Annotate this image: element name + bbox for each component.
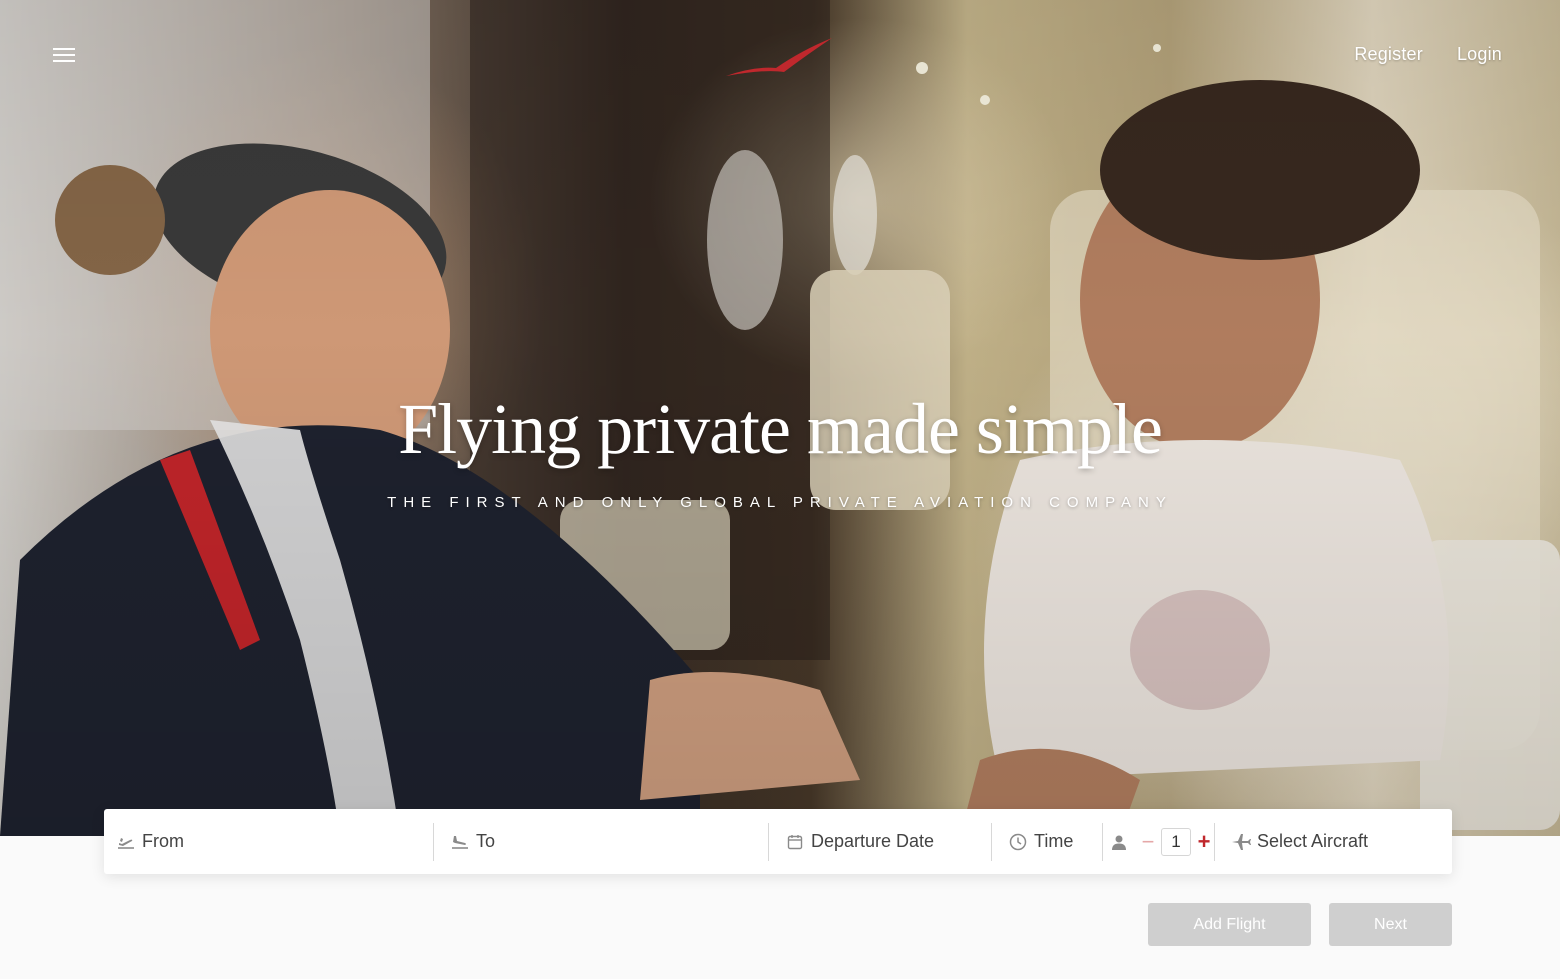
passenger-count-input[interactable] [1161, 827, 1191, 856]
top-navigation: Register Login [1354, 44, 1502, 65]
select-aircraft-field[interactable]: Select Aircraft [1215, 809, 1451, 874]
departure-date-field[interactable]: Departure Date [769, 809, 991, 874]
time-label: Time [1034, 831, 1074, 851]
decrease-passengers-button[interactable]: − [1139, 830, 1157, 852]
from-label: From [142, 831, 184, 851]
hamburger-menu-icon[interactable] [50, 44, 78, 68]
to-label: To [476, 831, 496, 851]
flight-search-bar: From To Departure Date Time − 1 + Select… [104, 809, 1452, 874]
passenger-stepper: − + [1103, 809, 1214, 874]
time-field[interactable]: Time [992, 809, 1102, 874]
departure-date-label: Departure Date [811, 831, 935, 851]
plane-landing-icon [450, 832, 470, 852]
airplane-icon [1231, 832, 1251, 852]
person-icon [1109, 832, 1129, 852]
plane-takeoff-icon [116, 832, 136, 852]
login-link[interactable]: Login [1457, 44, 1502, 65]
from-field[interactable]: From [104, 809, 433, 874]
hero-section: Register Login Flying private made simpl… [0, 0, 1560, 836]
add-flight-button[interactable]: Add Flight [1148, 903, 1311, 946]
to-field[interactable]: To [434, 809, 768, 874]
select-aircraft-label: Select Aircraft [1257, 831, 1369, 851]
increase-passengers-button[interactable]: + [1195, 830, 1213, 852]
clock-icon [1008, 832, 1028, 852]
register-link[interactable]: Register [1354, 44, 1423, 65]
hero-subtitle: THE FIRST AND ONLY GLOBAL PRIVATE AVIATI… [387, 494, 1173, 511]
hero-title: Flying private made simple [398, 389, 1163, 469]
page: Register Login Flying private made simpl… [0, 0, 1560, 979]
calendar-icon [785, 832, 805, 852]
bird-logo-icon[interactable] [724, 36, 834, 82]
next-button[interactable]: Next [1329, 903, 1452, 946]
